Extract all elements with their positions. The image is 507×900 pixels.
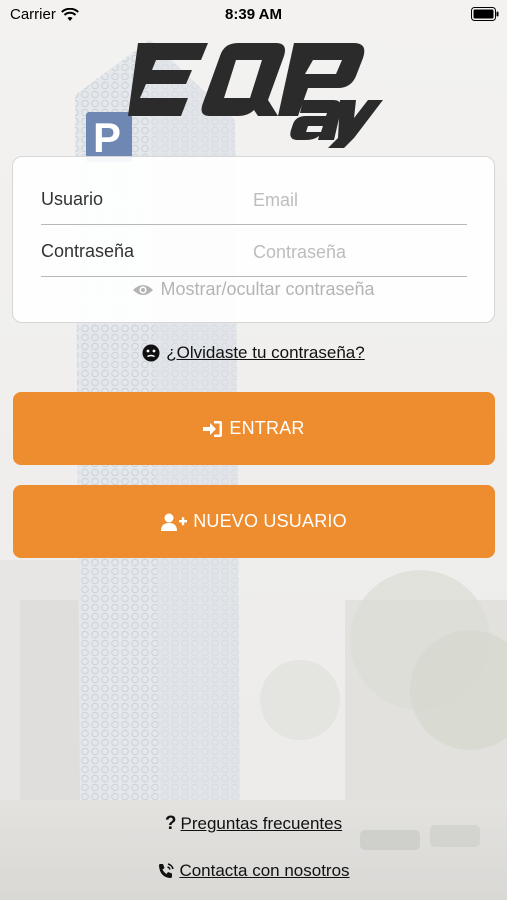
phone-volume-icon [159, 863, 175, 878]
clock: 8:39 AM [225, 6, 282, 23]
login-button-label: ENTRAR [229, 418, 305, 438]
new-user-button[interactable]: NUEVO USUARIO [13, 485, 495, 558]
toggle-password-visibility[interactable]: Mostrar/ocultar contraseña [13, 279, 494, 300]
question-icon: ? [164, 813, 177, 834]
toggle-password-label: Mostrar/ocultar contraseña [160, 279, 375, 299]
password-input[interactable] [253, 237, 463, 267]
eye-icon [133, 284, 154, 295]
svg-text:P: P [93, 114, 121, 161]
battery-icon [471, 7, 499, 25]
password-row: Contraseña [41, 229, 467, 277]
username-label: Usuario [41, 189, 104, 209]
faq-link[interactable]: ? Preguntas frecuentes [0, 813, 507, 835]
forgot-password-label: ¿Olvidaste tu contraseña? [166, 343, 365, 362]
new-user-button-label: NUEVO USUARIO [193, 511, 347, 531]
status-bar: Carrier 8:39 AM [0, 0, 507, 28]
add-user-icon [161, 513, 188, 531]
password-label: Contraseña [41, 241, 135, 261]
login-form: Usuario Contraseña Mostrar/ocultar contr… [12, 156, 495, 323]
confused-face-icon [142, 344, 160, 362]
eqpay-logo [128, 38, 383, 148]
username-input[interactable] [253, 185, 463, 215]
login-button[interactable]: ENTRAR [13, 392, 495, 465]
faq-label: Preguntas frecuentes [180, 814, 343, 833]
contact-label: Contacta con nosotros [179, 861, 350, 880]
forgot-password-link[interactable]: ¿Olvidaste tu contraseña? [0, 343, 507, 363]
contact-link[interactable]: Contacta con nosotros [0, 861, 507, 881]
username-row: Usuario [41, 177, 467, 225]
sign-in-icon [203, 420, 223, 437]
